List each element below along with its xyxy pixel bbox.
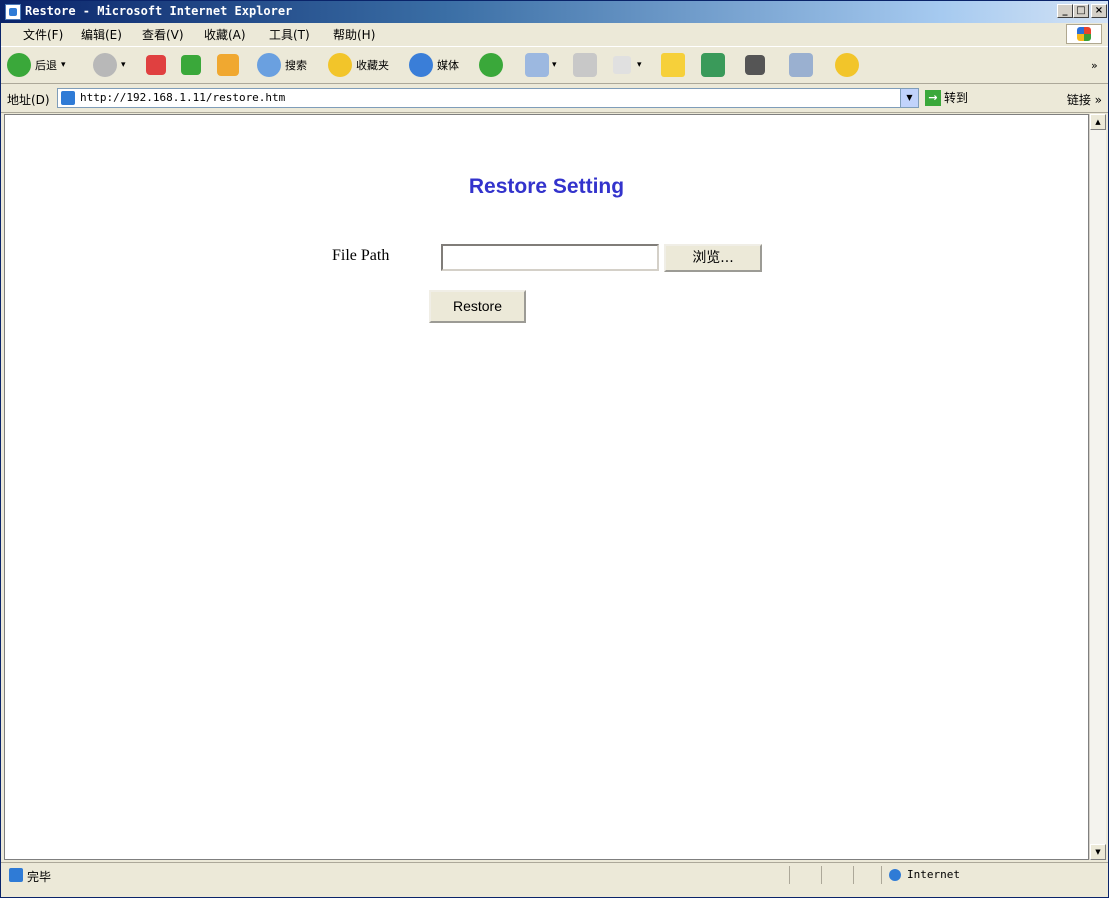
discuss-button[interactable] xyxy=(661,52,685,78)
file-path-label: File Path xyxy=(332,247,390,264)
menu-bar: 文件(F) 编辑(E) 查看(V) 收藏(A) 工具(T) 帮助(H) xyxy=(1,23,1108,45)
status-bar: 完毕 Internet xyxy=(1,862,1108,897)
go-label: 转到 xyxy=(944,91,969,105)
research-icon xyxy=(789,53,813,77)
menu-tools[interactable]: 工具(T) xyxy=(269,26,310,43)
print-button[interactable] xyxy=(573,52,597,78)
maximize-button[interactable]: □ xyxy=(1073,4,1089,18)
address-label: 地址(D) xyxy=(7,93,50,107)
messenger-button-2[interactable] xyxy=(835,52,859,78)
links-button[interactable]: 链接 » xyxy=(1067,91,1102,108)
status-text: 完毕 xyxy=(27,870,52,884)
go-arrow-icon: → xyxy=(925,89,941,106)
browser-window: Restore - Microsoft Internet Explorer _ … xyxy=(0,0,1109,898)
menu-edit[interactable]: 编辑(E) xyxy=(81,26,122,43)
edit-icon xyxy=(613,56,631,74)
mail-icon xyxy=(525,53,549,77)
chevron-down-icon: ▾ xyxy=(121,60,126,70)
refresh-icon xyxy=(181,55,201,75)
print-icon xyxy=(573,53,597,77)
back-button[interactable]: 后退 ▾ xyxy=(7,52,66,78)
globe-icon xyxy=(889,868,901,881)
page-title: Restore Setting xyxy=(468,175,625,198)
restore-button[interactable]: Restore xyxy=(429,290,526,323)
address-url: http://192.168.1.11/restore.htm xyxy=(80,91,286,104)
tools-icon xyxy=(745,55,765,75)
favorites-button[interactable]: 收藏夹 xyxy=(328,52,389,78)
status-divider xyxy=(821,866,822,884)
star-icon xyxy=(328,53,352,77)
home-icon xyxy=(217,54,239,76)
stop-icon xyxy=(146,55,166,75)
messenger-button[interactable] xyxy=(701,52,725,78)
go-button[interactable]: → 转到 xyxy=(925,89,968,106)
close-button[interactable]: × xyxy=(1091,4,1107,18)
home-button[interactable] xyxy=(217,52,239,78)
chevron-down-icon[interactable]: ▼ xyxy=(900,89,918,107)
favorites-label: 收藏夹 xyxy=(356,59,389,72)
folder-icon xyxy=(661,53,685,77)
menu-view[interactable]: 查看(V) xyxy=(142,26,184,43)
minimize-button[interactable]: _ xyxy=(1057,4,1073,18)
search-label: 搜索 xyxy=(285,59,307,72)
ie-icon xyxy=(5,4,21,20)
chevron-down-icon: ▾ xyxy=(637,60,642,70)
vertical-scrollbar[interactable]: ▲ ▼ xyxy=(1089,114,1106,860)
back-label: 后退 xyxy=(35,59,57,72)
tools-button[interactable] xyxy=(745,52,765,78)
history-icon xyxy=(479,53,503,77)
refresh-button[interactable] xyxy=(181,52,201,78)
menu-help[interactable]: 帮助(H) xyxy=(333,26,375,43)
search-button[interactable]: 搜索 xyxy=(257,52,307,78)
mail-button[interactable]: ▾ xyxy=(525,52,557,78)
chevron-down-icon: ▾ xyxy=(61,60,66,70)
security-zone: Internet xyxy=(889,868,960,881)
status-divider xyxy=(853,866,854,884)
media-button[interactable]: 媒体 xyxy=(409,52,459,78)
media-label: 媒体 xyxy=(437,59,459,72)
media-icon xyxy=(409,53,433,77)
status-divider xyxy=(789,866,790,884)
messenger-icon xyxy=(701,53,725,77)
title-bar[interactable]: Restore - Microsoft Internet Explorer _ … xyxy=(1,1,1108,23)
toolbar-overflow-chevron[interactable]: » xyxy=(1091,52,1098,78)
toolbar: 后退 ▾ ▾ 搜索 收藏夹 媒体 ▾ ▾ » xyxy=(1,46,1108,84)
windows-logo-icon xyxy=(1066,24,1102,44)
scroll-up-arrow-icon[interactable]: ▲ xyxy=(1090,114,1106,130)
status-divider xyxy=(881,866,882,884)
file-path-input[interactable] xyxy=(441,244,659,271)
search-icon xyxy=(257,53,281,77)
stop-button[interactable] xyxy=(146,52,166,78)
window-title: Restore - Microsoft Internet Explorer xyxy=(25,4,293,18)
browse-button[interactable]: 浏览... xyxy=(664,244,762,272)
zone-label: Internet xyxy=(907,868,960,881)
research-button[interactable] xyxy=(789,52,813,78)
scroll-down-arrow-icon[interactable]: ▼ xyxy=(1090,844,1106,860)
menu-favorites[interactable]: 收藏(A) xyxy=(204,26,246,43)
forward-arrow-icon xyxy=(93,53,117,77)
back-arrow-icon xyxy=(7,53,31,77)
edit-button[interactable]: ▾ xyxy=(613,52,642,78)
page-icon xyxy=(61,91,75,105)
forward-button[interactable]: ▾ xyxy=(93,52,126,78)
address-input[interactable]: http://192.168.1.11/restore.htm ▼ xyxy=(57,88,919,108)
page-status-icon xyxy=(9,868,23,882)
page-content: Restore Setting File Path 浏览... Restore xyxy=(4,114,1089,860)
messenger-person-icon xyxy=(835,53,859,77)
menu-file[interactable]: 文件(F) xyxy=(23,26,63,43)
chevron-down-icon: ▾ xyxy=(552,60,557,70)
address-bar: 地址(D) http://192.168.1.11/restore.htm ▼ … xyxy=(1,85,1108,113)
history-button[interactable] xyxy=(479,52,503,78)
